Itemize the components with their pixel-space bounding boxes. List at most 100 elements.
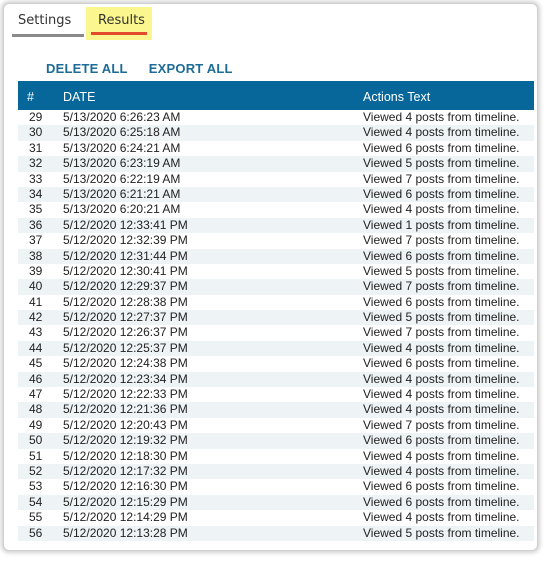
row-actions-text-cell: Viewed 4 posts from timeline. [363, 402, 520, 417]
tab-settings-label: Settings [18, 13, 72, 28]
row-number-cell: 44 [29, 340, 43, 355]
row-actions-text-cell: Viewed 4 posts from timeline. [363, 387, 520, 402]
row-actions-text-cell: Viewed 6 posts from timeline. [363, 479, 520, 494]
delete-all-button[interactable]: DELETE ALL [46, 61, 128, 76]
row-actions-text-cell: Viewed 6 posts from timeline. [363, 433, 520, 448]
column-header-number[interactable]: # [27, 90, 34, 104]
row-number-cell: 42 [29, 310, 43, 325]
table-row[interactable]: 45 5/12/2020 12:24:38 PM Viewed 6 posts fr… [18, 356, 534, 371]
export-all-button[interactable]: EXPORT ALL [149, 61, 233, 76]
table-row[interactable]: 42 5/12/2020 12:27:37 PM Viewed 5 posts fr… [18, 310, 534, 326]
table-row[interactable]: 53 5/12/2020 12:16:30 PM Viewed 6 posts fr… [18, 479, 534, 494]
results-actions: DELETE ALL EXPORT ALL [46, 58, 249, 78]
table-row[interactable]: 56 5/12/2020 12:13:28 PM Viewed 5 posts fr… [18, 525, 534, 541]
row-actions-text-cell: Viewed 7 posts from timeline. [363, 325, 520, 340]
results-table: # DATE Actions Text 29 5/13/2020 6:26:23 … [18, 81, 534, 541]
table-row[interactable]: 43 5/12/2020 12:26:37 PM Viewed 7 posts fr… [18, 325, 534, 340]
table-row[interactable]: 36 5/12/2020 12:33:41 PM Viewed 1 posts fr… [18, 217, 534, 234]
row-date-cell: 5/13/2020 6:26:23 AM [63, 110, 181, 124]
table-row[interactable]: 35 5/13/2020 6:20:21 AM Viewed 4 posts fro… [18, 202, 534, 217]
row-actions-text-cell: Viewed 4 posts from timeline. [363, 510, 520, 525]
table-row[interactable]: 55 5/12/2020 12:14:29 PM Viewed 4 posts fr… [18, 510, 534, 525]
table-row[interactable]: 50 5/12/2020 12:19:32 PM Viewed 6 posts fr… [18, 433, 534, 449]
row-actions-text-cell: Viewed 5 posts from timeline. [363, 263, 520, 278]
row-date-cell: 5/12/2020 12:19:32 PM [63, 433, 188, 448]
row-actions-text-cell: Viewed 5 posts from timeline. [363, 525, 520, 540]
row-actions-text-cell: Viewed 6 posts from timeline. [363, 248, 520, 263]
row-actions-text-cell: Viewed 4 posts from timeline. [363, 371, 520, 386]
table-row[interactable]: 41 5/12/2020 12:28:38 PM Viewed 6 posts fr… [18, 295, 534, 310]
row-actions-text-cell: Viewed 4 posts from timeline. [363, 463, 520, 478]
table-body: 29 5/13/2020 6:26:23 AM Viewed 4 posts fro… [18, 110, 534, 541]
table-row[interactable]: 32 5/13/2020 6:23:19 AM Viewed 5 posts fro… [18, 156, 534, 172]
row-actions-text-cell: Viewed 4 posts from timeline. [363, 110, 520, 124]
table-row[interactable]: 40 5/12/2020 12:29:37 PM Viewed 7 posts fr… [18, 279, 534, 295]
table-row[interactable]: 37 5/12/2020 12:32:39 PM Viewed 7 posts fr… [18, 233, 534, 248]
row-date-cell: 5/12/2020 12:27:37 PM [63, 310, 188, 325]
row-number-cell: 31 [29, 140, 43, 155]
row-date-cell: 5/12/2020 12:23:34 PM [63, 371, 188, 386]
column-header-date[interactable]: DATE [63, 90, 95, 104]
row-date-cell: 5/12/2020 12:14:29 PM [63, 510, 188, 525]
row-date-cell: 5/12/2020 12:31:44 PM [63, 248, 188, 263]
row-date-cell: 5/12/2020 12:17:32 PM [63, 463, 188, 478]
row-number-cell: 55 [29, 510, 43, 525]
row-date-cell: 5/12/2020 12:16:30 PM [63, 479, 188, 494]
table-row[interactable]: 52 5/12/2020 12:17:32 PM Viewed 4 posts fr… [18, 463, 534, 480]
row-date-cell: 5/12/2020 12:22:33 PM [63, 387, 188, 402]
row-actions-text-cell: Viewed 7 posts from timeline. [363, 417, 520, 432]
row-date-cell: 5/12/2020 12:29:37 PM [63, 279, 188, 294]
column-header-actions-text[interactable]: Actions Text [363, 90, 430, 104]
row-date-cell: 5/12/2020 12:30:41 PM [63, 263, 188, 278]
tab-settings[interactable]: Settings [12, 10, 84, 40]
table-row[interactable]: 46 5/12/2020 12:23:34 PM Viewed 4 posts fr… [18, 371, 534, 388]
table-row[interactable]: 44 5/12/2020 12:25:37 PM Viewed 4 posts fr… [18, 340, 534, 357]
table-row[interactable]: 48 5/12/2020 12:21:36 PM Viewed 4 posts fr… [18, 402, 534, 418]
row-actions-text-cell: Viewed 5 posts from timeline. [363, 310, 520, 325]
row-number-cell: 47 [29, 387, 43, 402]
tab-results-label: Results [98, 13, 145, 28]
row-actions-text-cell: Viewed 4 posts from timeline. [363, 448, 520, 463]
row-actions-text-cell: Viewed 1 posts from timeline. [363, 217, 520, 232]
row-actions-text-cell: Viewed 6 posts from timeline. [363, 186, 520, 201]
table-row[interactable]: 33 5/13/2020 6:22:19 AM Viewed 7 posts fro… [18, 172, 534, 187]
row-number-cell: 53 [29, 479, 43, 494]
tab-results[interactable]: Results [86, 7, 152, 40]
row-date-cell: 5/12/2020 12:13:28 PM [63, 525, 188, 540]
row-actions-text-cell: Viewed 6 posts from timeline. [363, 494, 520, 509]
row-number-cell: 34 [29, 186, 43, 201]
row-date-cell: 5/13/2020 6:21:21 AM [63, 186, 181, 201]
row-number-cell: 51 [29, 448, 43, 463]
row-actions-text-cell: Viewed 5 posts from timeline. [363, 156, 520, 171]
row-number-cell: 48 [29, 402, 43, 417]
results-window: Settings Results DELETE ALL EXPORT ALL #… [3, 3, 538, 551]
table-row[interactable]: 51 5/12/2020 12:18:30 PM Viewed 4 posts fr… [18, 449, 534, 464]
table-header: # DATE Actions Text [18, 81, 534, 110]
table-row[interactable]: 49 5/12/2020 12:20:43 PM Viewed 7 posts fr… [18, 418, 534, 433]
row-number-cell: 49 [29, 417, 43, 432]
row-number-cell: 46 [29, 371, 43, 386]
table-row[interactable]: 30 5/13/2020 6:25:18 AM Viewed 4 posts fro… [18, 125, 534, 141]
row-actions-text-cell: Viewed 7 posts from timeline. [363, 279, 520, 294]
table-row[interactable]: 38 5/12/2020 12:31:44 PM Viewed 6 posts fr… [18, 248, 534, 264]
row-actions-text-cell: Viewed 6 posts from timeline. [363, 140, 520, 155]
row-number-cell: 33 [29, 171, 43, 186]
row-number-cell: 32 [29, 156, 43, 171]
row-actions-text-cell: Viewed 4 posts from timeline. [363, 125, 520, 140]
row-date-cell: 5/12/2020 12:15:29 PM [63, 494, 188, 509]
table-row[interactable]: 54 5/12/2020 12:15:29 PM Viewed 6 posts fr… [18, 494, 534, 511]
row-number-cell: 36 [29, 217, 43, 232]
tab-settings-underline [12, 34, 84, 37]
row-date-cell: 5/12/2020 12:32:39 PM [63, 233, 188, 248]
row-number-cell: 39 [29, 263, 43, 278]
table-row[interactable]: 29 5/13/2020 6:26:23 AM Viewed 4 posts fro… [18, 110, 534, 125]
row-actions-text-cell: Viewed 6 posts from timeline. [363, 294, 520, 309]
table-row[interactable]: 47 5/12/2020 12:22:33 PM Viewed 4 posts fr… [18, 387, 534, 402]
row-date-cell: 5/13/2020 6:23:19 AM [63, 156, 181, 171]
row-date-cell: 5/12/2020 12:25:37 PM [63, 340, 188, 355]
table-row[interactable]: 39 5/12/2020 12:30:41 PM Viewed 5 posts fr… [18, 264, 534, 279]
row-actions-text-cell: Viewed 4 posts from timeline. [363, 202, 520, 217]
table-row[interactable]: 34 5/13/2020 6:21:21 AM Viewed 6 posts fro… [18, 186, 534, 203]
table-row[interactable]: 31 5/13/2020 6:24:21 AM Viewed 6 posts fro… [18, 141, 534, 156]
row-actions-text-cell: Viewed 7 posts from timeline. [363, 171, 520, 186]
